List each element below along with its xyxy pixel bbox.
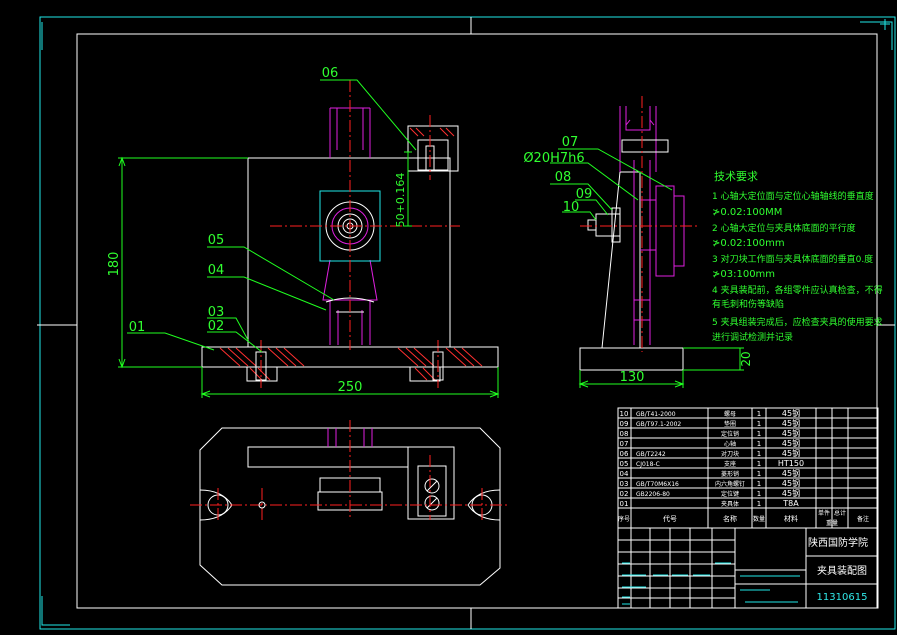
drawing-name: 夹具装配图 [817, 564, 867, 577]
parts-cell-mat: 45钢 [782, 408, 800, 418]
front-view [118, 79, 500, 398]
parts-cell-name: 内六角螺钉 [715, 480, 745, 488]
tech-req-line: 1 心轴大定位面与定位心轴轴线的垂直度 [712, 190, 874, 202]
parts-header-mat: 材料 [784, 514, 798, 523]
parts-cell-no: 02 [620, 490, 629, 498]
balloon-03: 03 [208, 305, 225, 320]
title-block: 陕西国防学院 夹具装配图 11310615 [617, 527, 879, 609]
tech-req-line: 进行调试检测并记录 [712, 331, 793, 343]
parts-cell-qty: 1 [757, 420, 761, 428]
parts-header-remark: 备注 [857, 515, 869, 523]
parts-cell-code: GB/T97.1-2002 [636, 421, 681, 428]
parts-cell-qty: 1 [757, 500, 761, 508]
dim-label-180: 180 [107, 252, 122, 277]
parts-cell-qty: 1 [757, 460, 761, 468]
parts-cell-mat: 45钢 [782, 428, 800, 438]
parts-header-name: 名称 [723, 514, 737, 523]
parts-cell-code: GB/T41-2000 [636, 411, 676, 418]
parts-cell-qty: 1 [757, 450, 761, 458]
tech-req-line: 有毛刺和伤等缺陷 [712, 298, 784, 310]
parts-cell-qty: 1 [757, 490, 761, 498]
parts-cell-no: 01 [620, 500, 629, 508]
parts-cell-code: GB/T2242 [636, 451, 666, 458]
parts-cell-mat: 45钢 [782, 478, 800, 488]
parts-list: 10 GB/T41-2000 螺母 1 45钢 09 GB/T97.1-2002 垫圈 1 45钢… [617, 407, 879, 529]
parts-cell-name: 支座 [724, 460, 736, 468]
parts-cell-mat: 45钢 [782, 418, 800, 428]
parts-header-single: 单件 [818, 509, 830, 517]
cad-drawing: 06 05 04 03 02 01 180 250 50+0.164 07 Ø2… [37, 16, 896, 630]
parts-cell-no: 04 [620, 470, 629, 478]
tech-req-line: 3 对刀块工作面与夹具体底面的垂直0.度 [712, 253, 873, 265]
parts-cell-name: 菱形销 [721, 470, 739, 478]
dim-label-250: 250 [338, 380, 363, 395]
tech-req-line: ≯0.02:100MM [712, 207, 782, 218]
tech-req-line: ≯03:100mm [712, 269, 775, 280]
top-view [190, 420, 510, 586]
balloon-01: 01 [129, 320, 146, 335]
balloon-06: 06 [322, 66, 339, 81]
parts-cell-mat: T8A [782, 499, 799, 508]
hole-fit-label: Ø20H7h6 [523, 151, 584, 166]
parts-cell-name: 心轴 [724, 440, 736, 448]
technical-requirements: 技术要求 1 心轴大定位面与定位心轴轴线的垂直度 ≯0.02:100MM 2 心… [712, 170, 883, 343]
parts-cell-no: 06 [620, 450, 629, 458]
parts-cell-qty: 1 [757, 470, 761, 478]
parts-cell-code: GB/T70M6X16 [636, 481, 679, 488]
leader-lines-front [127, 79, 417, 353]
dim-label-130: 130 [620, 370, 645, 385]
parts-cell-name: 定位销 [721, 430, 739, 438]
balloon-07: 07 [562, 135, 579, 150]
parts-header-weight: 重量 [826, 519, 838, 527]
tech-req-title: 技术要求 [714, 170, 758, 183]
parts-cell-no: 09 [620, 420, 629, 428]
dim-180 [118, 156, 248, 369]
parts-cell-name: 垫圈 [724, 420, 736, 428]
parts-cell-no: 10 [620, 410, 629, 418]
parts-cell-name: 对刀块 [721, 450, 739, 458]
parts-cell-no: 03 [620, 480, 629, 488]
parts-cell-code: CJ018-C [636, 461, 660, 468]
parts-cell-no: 08 [620, 430, 629, 438]
parts-cell-qty: 1 [757, 430, 761, 438]
balloon-02: 02 [208, 319, 225, 334]
parts-cell-name: 定位键 [721, 490, 739, 498]
parts-cell-mat: 45钢 [782, 438, 800, 448]
parts-header-qty: 数量 [753, 515, 765, 523]
parts-cell-no: 07 [620, 440, 629, 448]
parts-cell-name: 夹具体 [721, 500, 739, 508]
tech-req-line: 4 夹具装配前，各组零件应认真检查，不得 [712, 284, 883, 296]
tech-req-line: 5 夹具组装完成后，应检查夹具的使用要求 [712, 316, 883, 328]
parts-cell-qty: 1 [757, 410, 761, 418]
balloon-10: 10 [563, 200, 580, 215]
parts-cell-mat: 45钢 [782, 488, 800, 498]
drawing-number: 11310615 [817, 592, 868, 603]
dim-label-50-tol: 50+0.164 [394, 173, 407, 228]
parts-header-code: 代号 [663, 514, 677, 523]
balloon-04: 04 [208, 263, 225, 278]
parts-header-total: 总计 [834, 509, 846, 517]
parts-cell-mat: 45钢 [782, 448, 800, 458]
school-name: 陕西国防学院 [808, 536, 868, 549]
parts-cell-mat: 45钢 [782, 468, 800, 478]
parts-cell-name: 螺母 [724, 410, 736, 418]
balloon-05: 05 [208, 233, 225, 248]
parts-cell-no: 05 [620, 460, 629, 468]
tech-req-line: 2 心轴大定位与夹具体底面的平行度 [712, 222, 856, 234]
parts-header-no: 序号 [618, 515, 630, 523]
dim-label-20: 20 [739, 351, 753, 366]
balloon-08: 08 [555, 170, 572, 185]
tech-req-line: ≯0.02:100mm [712, 238, 785, 249]
parts-cell-qty: 1 [757, 480, 761, 488]
parts-cell-qty: 1 [757, 440, 761, 448]
parts-cell-code: GB2206-80 [636, 491, 670, 498]
parts-cell-mat: HT150 [778, 459, 804, 468]
